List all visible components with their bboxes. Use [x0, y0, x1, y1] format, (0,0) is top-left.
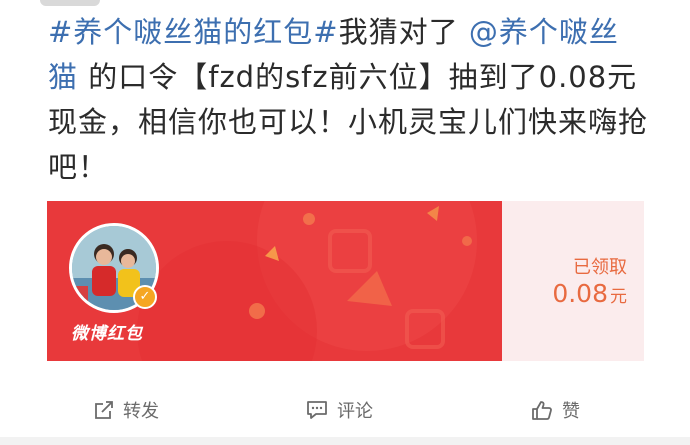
action-bar: 转发 评论 赞 — [0, 384, 690, 434]
post-text-part-2: 的口令【fzd的sfz前六位】抽到了0.08元现金，相信你也可以！小机灵宝儿们快… — [48, 60, 649, 184]
feed-separator — [0, 437, 690, 445]
post-text-part-1: 我猜对了 — [338, 15, 459, 49]
thumbs-up-icon — [532, 401, 552, 420]
claimed-status: 已领取 — [573, 257, 627, 278]
red-packet-amount: 0.08 元 — [502, 279, 627, 308]
repost-label: 转发 — [123, 401, 159, 422]
red-packet-card[interactable]: ✓ 微博红包 已领取 0.08 元 — [47, 201, 644, 361]
share-icon — [95, 401, 113, 419]
comment-icon — [307, 401, 327, 419]
previous-item-edge — [40, 0, 100, 6]
repost-button[interactable]: 转发 — [93, 396, 159, 424]
like-label: 赞 — [562, 401, 580, 422]
comment-label: 评论 — [337, 401, 373, 422]
post-text: #养个啵丝猫的红包#我猜对了 @养个啵丝猫 的口令【fzd的sfz前六位】抽到了… — [48, 10, 648, 190]
amount-unit: 元 — [610, 287, 627, 307]
checkmark-icon: ✓ — [139, 289, 151, 304]
like-button[interactable]: 赞 — [530, 396, 580, 424]
comment-button[interactable]: 评论 — [305, 396, 373, 424]
verified-badge: ✓ — [133, 285, 157, 309]
topic-link[interactable]: #养个啵丝猫的红包# — [48, 15, 339, 49]
amount-value: 0.08 — [552, 279, 608, 308]
red-packet-brand-label: 微博红包 — [71, 324, 143, 344]
